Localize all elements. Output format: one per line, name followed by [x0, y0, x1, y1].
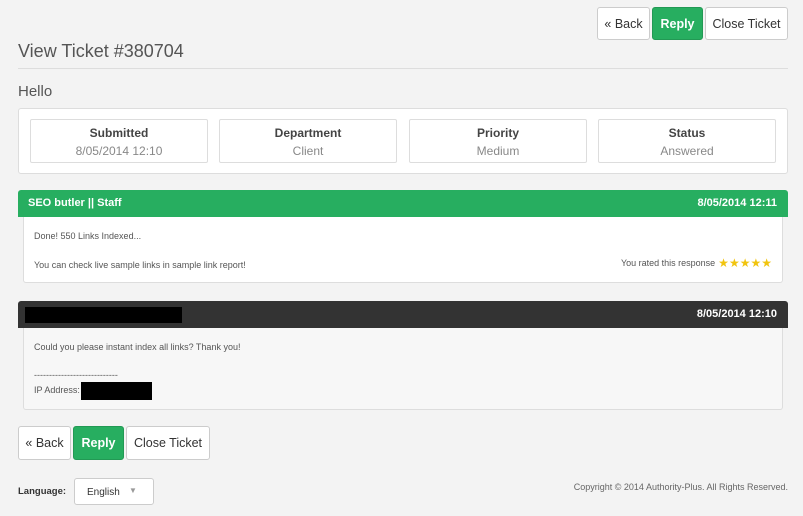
star-icon[interactable]: ★ — [718, 257, 729, 269]
star-icon[interactable]: ★ — [740, 257, 751, 269]
message-date: 8/05/2014 12:10 — [696, 308, 777, 320]
info-value: Medium — [476, 144, 520, 158]
info-value: 8/05/2014 12:10 — [75, 144, 163, 158]
title-divider — [18, 68, 788, 69]
info-department: Department Client — [219, 119, 397, 163]
ticket-subject: Hello — [18, 83, 53, 100]
info-status: Status Answered — [598, 119, 776, 163]
staff-message-header: SEO butler || Staff 8/05/2014 12:11 — [18, 190, 788, 217]
info-value: Client — [292, 144, 324, 158]
star-icon[interactable]: ★ — [750, 257, 761, 269]
info-label: Department — [274, 126, 342, 140]
client-message-body: Could you please instant index all links… — [23, 328, 783, 410]
copyright-text: Copyright © 2014 Authority-Plus. All Rig… — [573, 482, 788, 492]
info-submitted: Submitted 8/05/2014 12:10 — [30, 119, 208, 163]
back-button-bottom[interactable]: « Back — [18, 426, 71, 460]
close-ticket-button-bottom[interactable]: Close Ticket — [126, 426, 210, 460]
separator-text: ---------------------------- — [34, 370, 118, 380]
client-message-header: 8/05/2014 12:10 — [18, 301, 788, 328]
message-author: SEO butler || Staff — [28, 197, 122, 209]
language-label: Language: — [18, 486, 67, 497]
rating-text: You rated this response — [620, 258, 716, 268]
close-ticket-button-top[interactable]: Close Ticket — [705, 7, 788, 40]
info-priority: Priority Medium — [409, 119, 587, 163]
message-text: Could you please instant index all links… — [34, 342, 241, 352]
info-value: Answered — [660, 144, 714, 158]
info-label: Priority — [476, 126, 519, 140]
language-value: English — [87, 487, 120, 498]
info-label: Submitted — [89, 126, 149, 140]
info-label: Status — [668, 126, 706, 140]
staff-message-body: Done! 550 Links Indexed... You can check… — [23, 217, 783, 283]
redacted-ip — [81, 382, 152, 400]
back-button-top[interactable]: « Back — [597, 7, 650, 40]
ip-address-label: IP Address: — [34, 385, 80, 395]
reply-button-bottom[interactable]: Reply — [73, 426, 124, 460]
message-text: Done! 550 Links Indexed... — [34, 231, 142, 241]
page-title: View Ticket #380704 — [18, 41, 184, 61]
redacted-author — [25, 307, 182, 323]
language-select[interactable]: English ▼ — [74, 478, 154, 505]
caret-down-icon: ▼ — [129, 486, 137, 495]
reply-button-top[interactable]: Reply — [652, 7, 703, 40]
message-text: You can check live sample links in sampl… — [34, 260, 246, 270]
ticket-info-panel: Submitted 8/05/2014 12:10 Department Cli… — [18, 108, 788, 174]
message-date: 8/05/2014 12:11 — [697, 197, 777, 209]
star-icon[interactable]: ★ — [729, 257, 740, 269]
star-icon[interactable]: ★ — [761, 257, 772, 269]
rating: You rated this response ★ ★ ★ ★ ★ — [620, 257, 772, 269]
